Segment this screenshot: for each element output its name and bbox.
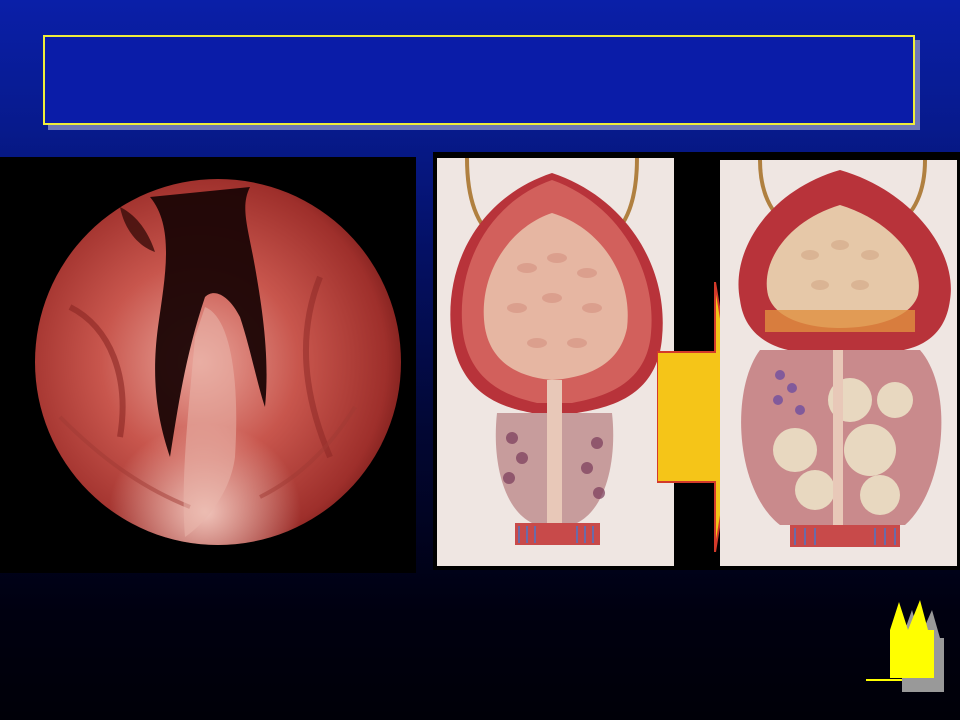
bladder-prostate-enlarged-illustration-icon xyxy=(738,160,951,547)
endoscopic-view-icon xyxy=(35,179,401,545)
normal-prostate-illustration xyxy=(437,158,674,566)
enlarged-prostate-illustration xyxy=(720,160,957,566)
slide-title xyxy=(45,37,913,123)
title-box xyxy=(43,35,915,125)
cathedral-logo-icon xyxy=(866,600,944,692)
illustration-panel xyxy=(433,152,960,570)
endoscopy-image-panel xyxy=(0,157,416,573)
bladder-prostate-normal-illustration-icon xyxy=(450,158,663,545)
